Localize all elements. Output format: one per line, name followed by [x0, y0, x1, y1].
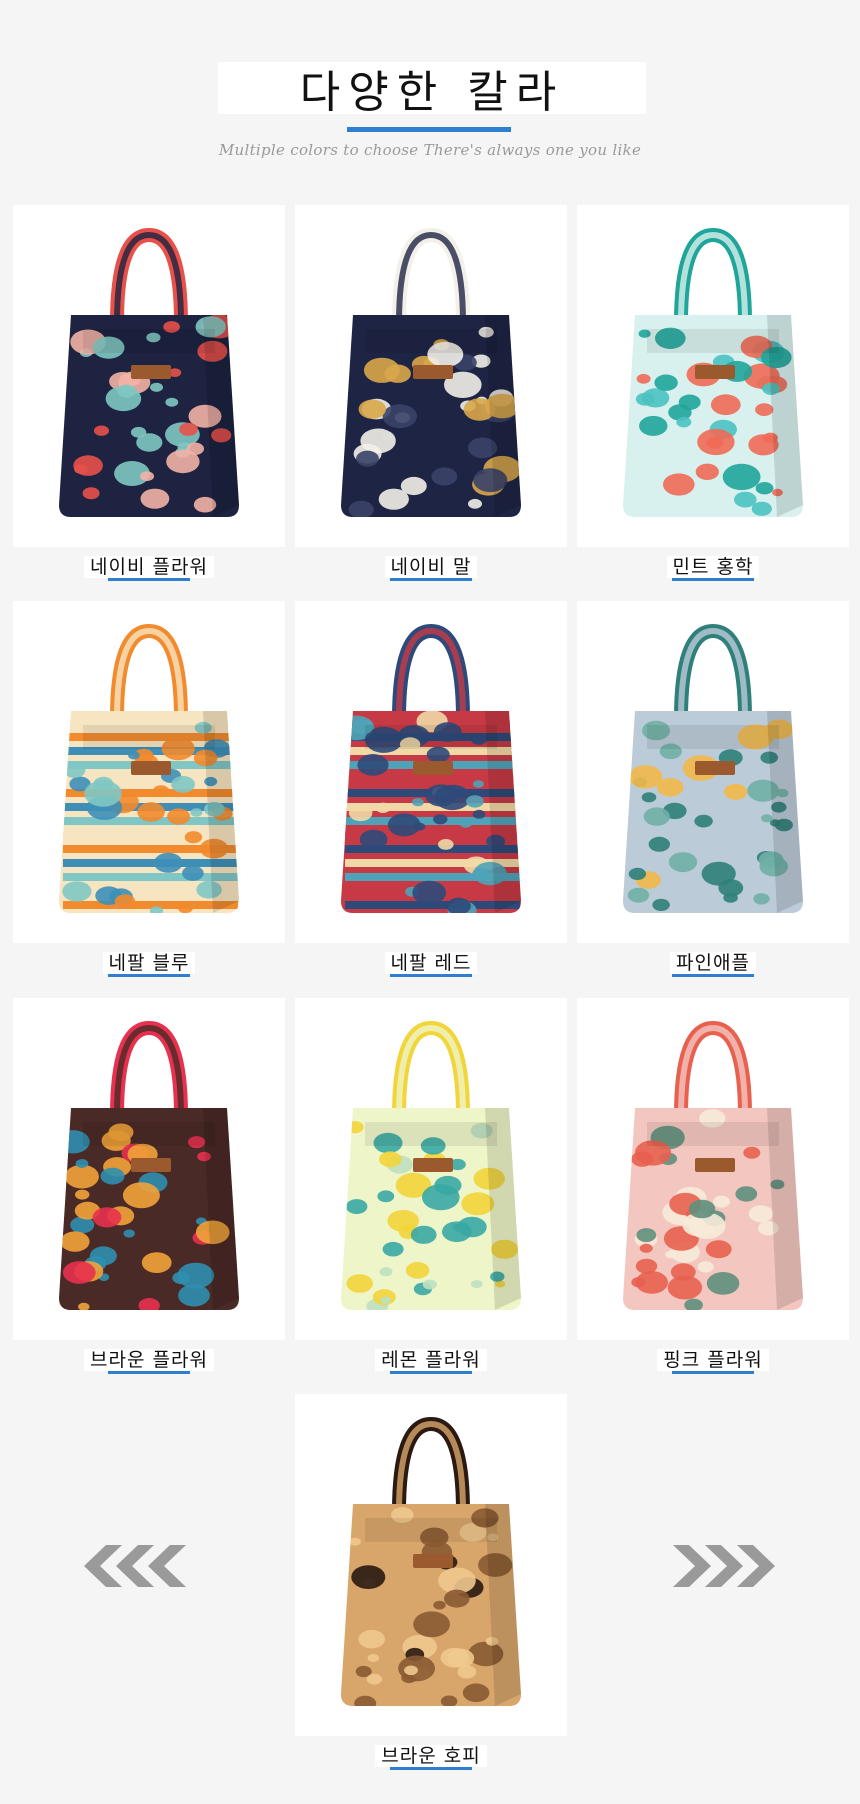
product-image: [623, 1020, 803, 1310]
product-label: 브라운 호피: [295, 1741, 567, 1768]
product-image: [623, 623, 803, 913]
product-label-text: 네팔 레드: [384, 952, 478, 974]
product-card-navy-floral[interactable]: [13, 205, 285, 547]
product-label: 민트 홍학: [577, 552, 849, 579]
product-label-underline: [672, 974, 754, 977]
product-label-underline: [672, 1371, 754, 1374]
product-label-underline: [108, 974, 190, 977]
product-image: [341, 227, 521, 517]
product-label: 파인애플: [577, 948, 849, 975]
product-label-text: 네팔 블루: [102, 952, 196, 974]
product-image: [341, 1416, 521, 1706]
product-label-text: 네이비 플라워: [84, 556, 214, 578]
product-label-underline: [672, 578, 754, 581]
product-label: 핑크 플라워: [577, 1345, 849, 1372]
product-card-mint-flamingo[interactable]: [577, 205, 849, 547]
chevron-right-triple-icon: [673, 1545, 775, 1587]
product-card-lemon-flower[interactable]: [295, 998, 567, 1340]
product-card-pink-flower[interactable]: [577, 998, 849, 1340]
product-label-underline: [390, 578, 472, 581]
product-image: [59, 623, 239, 913]
product-label-text: 핑크 플라워: [657, 1349, 769, 1371]
page-subtitle: Multiple colors to choose There's always…: [218, 141, 642, 159]
product-card-brown-leopard[interactable]: [295, 1394, 567, 1736]
product-label: 브라운 플라워: [13, 1345, 285, 1372]
product-label-text: 브라운 플라워: [84, 1349, 214, 1371]
product-card-pineapple[interactable]: [577, 601, 849, 943]
product-label-underline: [108, 578, 190, 581]
product-label-text: 레몬 플라워: [375, 1349, 487, 1371]
header-box: 다양한 칼라: [218, 62, 646, 118]
product-label-text: 민트 홍학: [666, 556, 760, 578]
product-label: 레몬 플라워: [295, 1345, 567, 1372]
product-card-nepal-red[interactable]: [295, 601, 567, 943]
product-label: 네팔 블루: [13, 948, 285, 975]
title-underline: [347, 127, 511, 132]
chevron-left-triple-icon: [84, 1545, 186, 1587]
product-card-navy-horse[interactable]: [295, 205, 567, 547]
product-label: 네이비 말: [295, 552, 567, 579]
product-image: [341, 623, 521, 913]
product-label: 네이비 플라워: [13, 552, 285, 579]
page-title: 다양한 칼라: [299, 67, 565, 118]
product-label-underline: [108, 1371, 190, 1374]
product-image: [341, 1020, 521, 1310]
next-arrow-button[interactable]: [673, 1545, 779, 1592]
product-label-underline: [390, 1767, 472, 1770]
product-image: [59, 227, 239, 517]
product-card-nepal-blue[interactable]: [13, 601, 285, 943]
product-label-text: 네이비 말: [384, 556, 478, 578]
prev-arrow-button[interactable]: [84, 1545, 190, 1592]
product-label: 네팔 레드: [295, 948, 567, 975]
product-image: [59, 1020, 239, 1310]
product-card-brown-flower[interactable]: [13, 998, 285, 1340]
product-label-underline: [390, 1371, 472, 1374]
product-label-text: 브라운 호피: [375, 1745, 487, 1767]
product-image: [623, 227, 803, 517]
product-label-underline: [390, 974, 472, 977]
product-label-text: 파인애플: [670, 952, 756, 974]
